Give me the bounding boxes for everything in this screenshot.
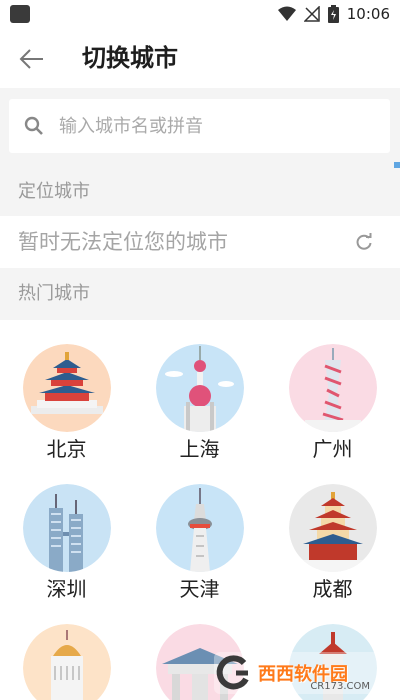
no-signal-icon bbox=[303, 6, 320, 22]
header: 切换城市 bbox=[0, 28, 400, 88]
city-name: 上海 bbox=[179, 437, 220, 461]
city-grid: 北京 上海 广州 深圳 天津 成都 bbox=[0, 320, 400, 700]
city-beijing[interactable]: 北京 bbox=[0, 344, 133, 464]
domed-building-icon bbox=[22, 624, 111, 700]
city-tianjin[interactable]: 天津 bbox=[133, 484, 266, 604]
city-name: 天津 bbox=[179, 577, 220, 601]
city-item-7[interactable] bbox=[0, 624, 133, 700]
pagoda-icon bbox=[288, 484, 377, 572]
search-area bbox=[0, 88, 400, 168]
status-bar: 10:06 bbox=[0, 0, 400, 28]
refresh-icon[interactable] bbox=[354, 232, 374, 252]
location-row[interactable]: 暂时无法定位您的城市 bbox=[0, 216, 400, 268]
location-section-label: 定位城市 bbox=[0, 168, 400, 216]
search-icon bbox=[23, 115, 45, 137]
city-name: 成都 bbox=[312, 577, 353, 601]
canton-tower-icon bbox=[288, 344, 377, 432]
status-icons: 10:06 bbox=[277, 4, 390, 24]
search-input[interactable] bbox=[59, 115, 349, 137]
twin-towers-icon bbox=[22, 484, 111, 572]
wifi-icon bbox=[277, 6, 296, 21]
tv-tower-icon bbox=[155, 484, 244, 572]
back-arrow-icon bbox=[19, 49, 43, 69]
city-guangzhou[interactable]: 广州 bbox=[266, 344, 399, 464]
back-button[interactable] bbox=[14, 42, 48, 76]
city-shenzhen[interactable]: 深圳 bbox=[0, 484, 133, 604]
city-name: 深圳 bbox=[46, 577, 87, 601]
city-chengdu[interactable]: 成都 bbox=[266, 484, 399, 604]
search-box[interactable] bbox=[9, 99, 390, 153]
notification-icon bbox=[10, 5, 30, 23]
status-time: 10:06 bbox=[346, 5, 390, 23]
oriental-pearl-tower-icon bbox=[155, 344, 244, 432]
page-title: 切换城市 bbox=[82, 44, 178, 72]
city-name: 北京 bbox=[46, 437, 87, 461]
watermark: 西西软件园 CR173.COM bbox=[214, 652, 382, 694]
watermark-subtitle: CR173.COM bbox=[310, 681, 370, 692]
temple-of-heaven-icon bbox=[22, 344, 111, 432]
city-name: 广州 bbox=[312, 437, 353, 461]
location-status: 暂时无法定位您的城市 bbox=[18, 230, 228, 254]
watermark-logo-icon bbox=[216, 655, 249, 690]
city-shanghai[interactable]: 上海 bbox=[133, 344, 266, 464]
hot-section-label: 热门城市 bbox=[0, 268, 400, 320]
battery-icon bbox=[327, 5, 339, 23]
